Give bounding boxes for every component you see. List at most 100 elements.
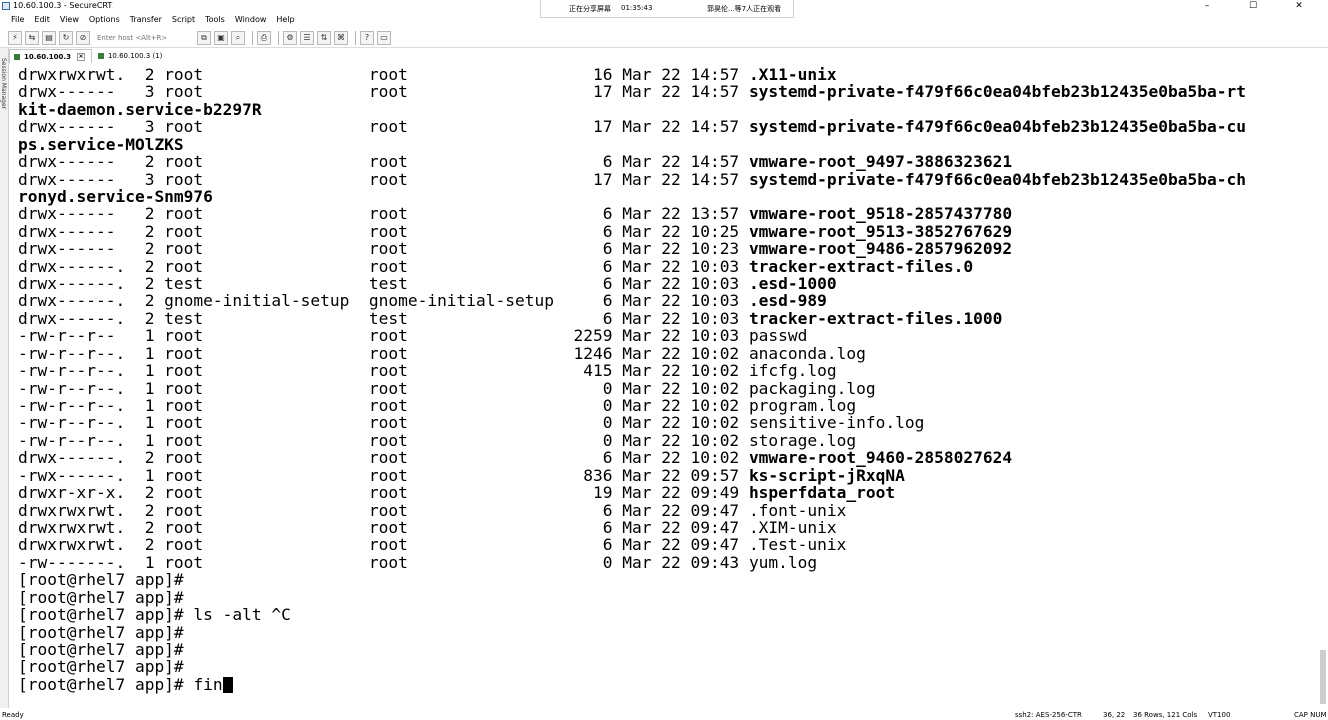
- tab-session-2[interactable]: 10.60.100.3 (1): [94, 49, 168, 63]
- file-name: systemd-private-f479f66c0ea04bfeb23b1243…: [748, 117, 1246, 137]
- paste-icon[interactable]: ▣: [214, 30, 228, 45]
- file-name: ronyd.service-Snm976: [18, 186, 213, 206]
- terminal-line: [root@rhel7 app]#: [18, 623, 1314, 641]
- menu-edit[interactable]: Edit: [29, 13, 55, 27]
- terminal-line: drwx------ 2 root root 6 Mar 22 10:25 vm…: [18, 223, 1314, 240]
- connected-status-icon: [97, 53, 104, 59]
- find-icon[interactable]: ⌕: [231, 30, 245, 45]
- line-text: -rw-r--r-- 1 root root 2259 Mar 22 10:03: [18, 326, 749, 346]
- file-name: systemd-private-f479f66c0ea04bfeb23b1243…: [748, 82, 1246, 102]
- file-name: kit-daemon.service-b2297R: [18, 99, 262, 119]
- file-name: systemd-private-f479f66c0ea04bfeb23b1243…: [748, 169, 1246, 189]
- file-name: vmware-root_9513-3852767629: [748, 221, 1013, 241]
- line-text: -rw-r--r--. 1 root root 0 Mar 22 10:02: [18, 396, 749, 416]
- line-text: -rw-r--r--. 1 root root 0 Mar 22 10:02: [18, 413, 749, 433]
- status-emulation: VT100: [1208, 711, 1231, 719]
- menu-view[interactable]: View: [55, 13, 84, 27]
- terminal-line: -rw-r--r--. 1 root root 0 Mar 22 10:02 s…: [18, 432, 1314, 449]
- global-options-icon[interactable]: ☰: [300, 30, 314, 45]
- terminal-output[interactable]: drwxrwxrwt. 2 root root 16 Mar 22 14:57 …: [18, 66, 1314, 706]
- line-text: -rw-r--r--. 1 root root 415 Mar 22 10:02: [18, 361, 749, 381]
- line-text: [root@rhel7 app]#: [18, 570, 184, 590]
- file-name: vmware-root_9497-3886323621: [748, 152, 1013, 172]
- securecrt-app-icon: [2, 2, 10, 10]
- copy-icon[interactable]: ⧉: [197, 30, 211, 45]
- line-text: drwxrwxrwt. 2 root root 16 Mar 22 14:57: [18, 66, 749, 84]
- toolbar: ⚡ ⇆ ▤ ↻ ⊘ ⧉ ▣ ⌕ ⎙ ⚙ ☰ ⇅ ⌘ ? ▭: [0, 28, 1328, 48]
- enter-host-input[interactable]: [93, 31, 193, 44]
- file-name: anaconda.log: [748, 343, 866, 363]
- line-text: [root@rhel7 app]# ls -alt ^C: [18, 605, 291, 625]
- tab-label: 10.60.100.3 (1): [107, 52, 163, 60]
- sftp-icon[interactable]: ⇅: [317, 30, 331, 45]
- file-name: .X11-unix: [748, 66, 837, 84]
- terminal-line: [root@rhel7 app]#: [18, 571, 1314, 588]
- menu-options[interactable]: Options: [84, 13, 125, 27]
- file-name: .esd-989: [748, 291, 827, 311]
- menu-tools[interactable]: Tools: [200, 13, 230, 27]
- tab-close-icon[interactable]: ×: [76, 52, 85, 61]
- menu-window[interactable]: Window: [230, 13, 272, 27]
- terminal-input-line[interactable]: [root@rhel7 app]# fin: [18, 676, 1314, 693]
- line-text: [root@rhel7 app]#: [18, 587, 184, 607]
- status-terminal-size: 36 Rows, 121 Cols: [1133, 711, 1198, 719]
- window-title: 10.60.100.3 - SecureCRT: [13, 1, 113, 10]
- file-name: hsperfdata_root: [748, 483, 896, 503]
- file-name: ifcfg.log: [748, 361, 837, 381]
- session-manager-sidebar[interactable]: Session Manager: [0, 48, 9, 708]
- terminal-line: ps.service-MOlZKS: [18, 134, 1314, 154]
- line-text: [root@rhel7 app]#: [18, 657, 184, 677]
- terminal-line: [root@rhel7 app]#: [18, 658, 1314, 675]
- line-text: -rw-r--r--. 1 root root 1246 Mar 22 10:0…: [18, 343, 749, 363]
- file-name: yum.log: [748, 552, 818, 572]
- toolbar-separator: [355, 30, 356, 45]
- keymap-icon[interactable]: ⌘: [334, 30, 348, 45]
- connected-status-icon: [14, 53, 20, 60]
- line-text: -rw-------. 1 root root 0 Mar 22 09:43: [18, 552, 749, 572]
- session-tab-bar: 10.60.100.3 × 10.60.100.3 (1): [9, 48, 1328, 64]
- print-icon[interactable]: ⎙: [257, 30, 271, 45]
- line-text: drwx------. 2 test test 6 Mar 22 10:03: [18, 274, 749, 294]
- terminal-scrollbar[interactable]: [1318, 64, 1328, 708]
- close-button[interactable]: ✕: [1276, 0, 1322, 13]
- window-controls: – ☐ ✕: [1184, 0, 1322, 13]
- line-text: drwx------. 2 root root 6 Mar 22 10:03: [18, 256, 749, 276]
- terminal-line: [root@rhel7 app]#: [18, 641, 1314, 658]
- terminal-line: [root@rhel7 app]#: [18, 587, 1314, 607]
- menu-help[interactable]: Help: [271, 13, 299, 27]
- help-icon[interactable]: ?: [360, 30, 374, 45]
- menu-file[interactable]: File: [6, 13, 29, 27]
- connect-tab-icon[interactable]: ▤: [42, 30, 56, 45]
- terminal-line: drwx------ 2 root root 6 Mar 22 13:57 vm…: [18, 205, 1314, 222]
- line-text: -rwx------. 1 root root 836 Mar 22 09:57: [18, 465, 749, 485]
- file-name: sensitive-info.log: [748, 413, 925, 433]
- menu-transfer[interactable]: Transfer: [125, 13, 167, 27]
- about-icon[interactable]: ▭: [377, 30, 391, 45]
- menu-script[interactable]: Script: [167, 13, 200, 27]
- line-text: drwx------ 2 root root 6 Mar 22 14:57: [18, 152, 749, 172]
- line-text: drwx------. 2 test test 6 Mar 22 10:03: [18, 308, 749, 328]
- terminal-line: -rw-r--r--. 1 root root 1246 Mar 22 10:0…: [18, 345, 1314, 362]
- file-name: vmware-root_9460-2858027624: [748, 448, 1013, 468]
- status-cursor-position: 36, 22: [1103, 711, 1126, 719]
- connect-icon[interactable]: ⚡: [8, 30, 22, 45]
- disconnect-icon[interactable]: ⊘: [76, 30, 90, 45]
- terminal-line: -rwx------. 1 root root 836 Mar 22 09:57…: [18, 465, 1314, 485]
- line-text: drwx------ 2 root root 6 Mar 22 10:25: [18, 221, 749, 241]
- terminal-line: drwx------. 2 root root 6 Mar 22 10:02 v…: [18, 449, 1314, 466]
- minimize-button[interactable]: –: [1184, 0, 1230, 13]
- status-keys: CAP NUM: [1294, 711, 1327, 719]
- terminal-line: -rw-r--r--. 1 root root 0 Mar 22 10:02 s…: [18, 414, 1314, 431]
- line-text: drwx------. 2 gnome-initial-setup gnome-…: [18, 291, 749, 311]
- scrollbar-thumb[interactable]: [1320, 650, 1326, 704]
- line-text: drwx------ 3 root root 17 Mar 22 14:57: [18, 169, 749, 189]
- session-manager-label: Session Manager: [0, 58, 7, 110]
- terminal-line: drwxrwxrwt. 2 root root 6 Mar 22 09:47 .…: [18, 536, 1314, 553]
- tab-session-1[interactable]: 10.60.100.3 ×: [9, 49, 92, 63]
- maximize-button[interactable]: ☐: [1230, 0, 1276, 13]
- file-name: ps.service-MOlZKS: [18, 134, 184, 154]
- reconnect-icon[interactable]: ↻: [59, 30, 73, 45]
- file-name: vmware-root_9486-2857962092: [748, 239, 1013, 259]
- settings-gear-icon[interactable]: ⚙: [283, 30, 297, 45]
- quick-connect-icon[interactable]: ⇆: [25, 30, 39, 45]
